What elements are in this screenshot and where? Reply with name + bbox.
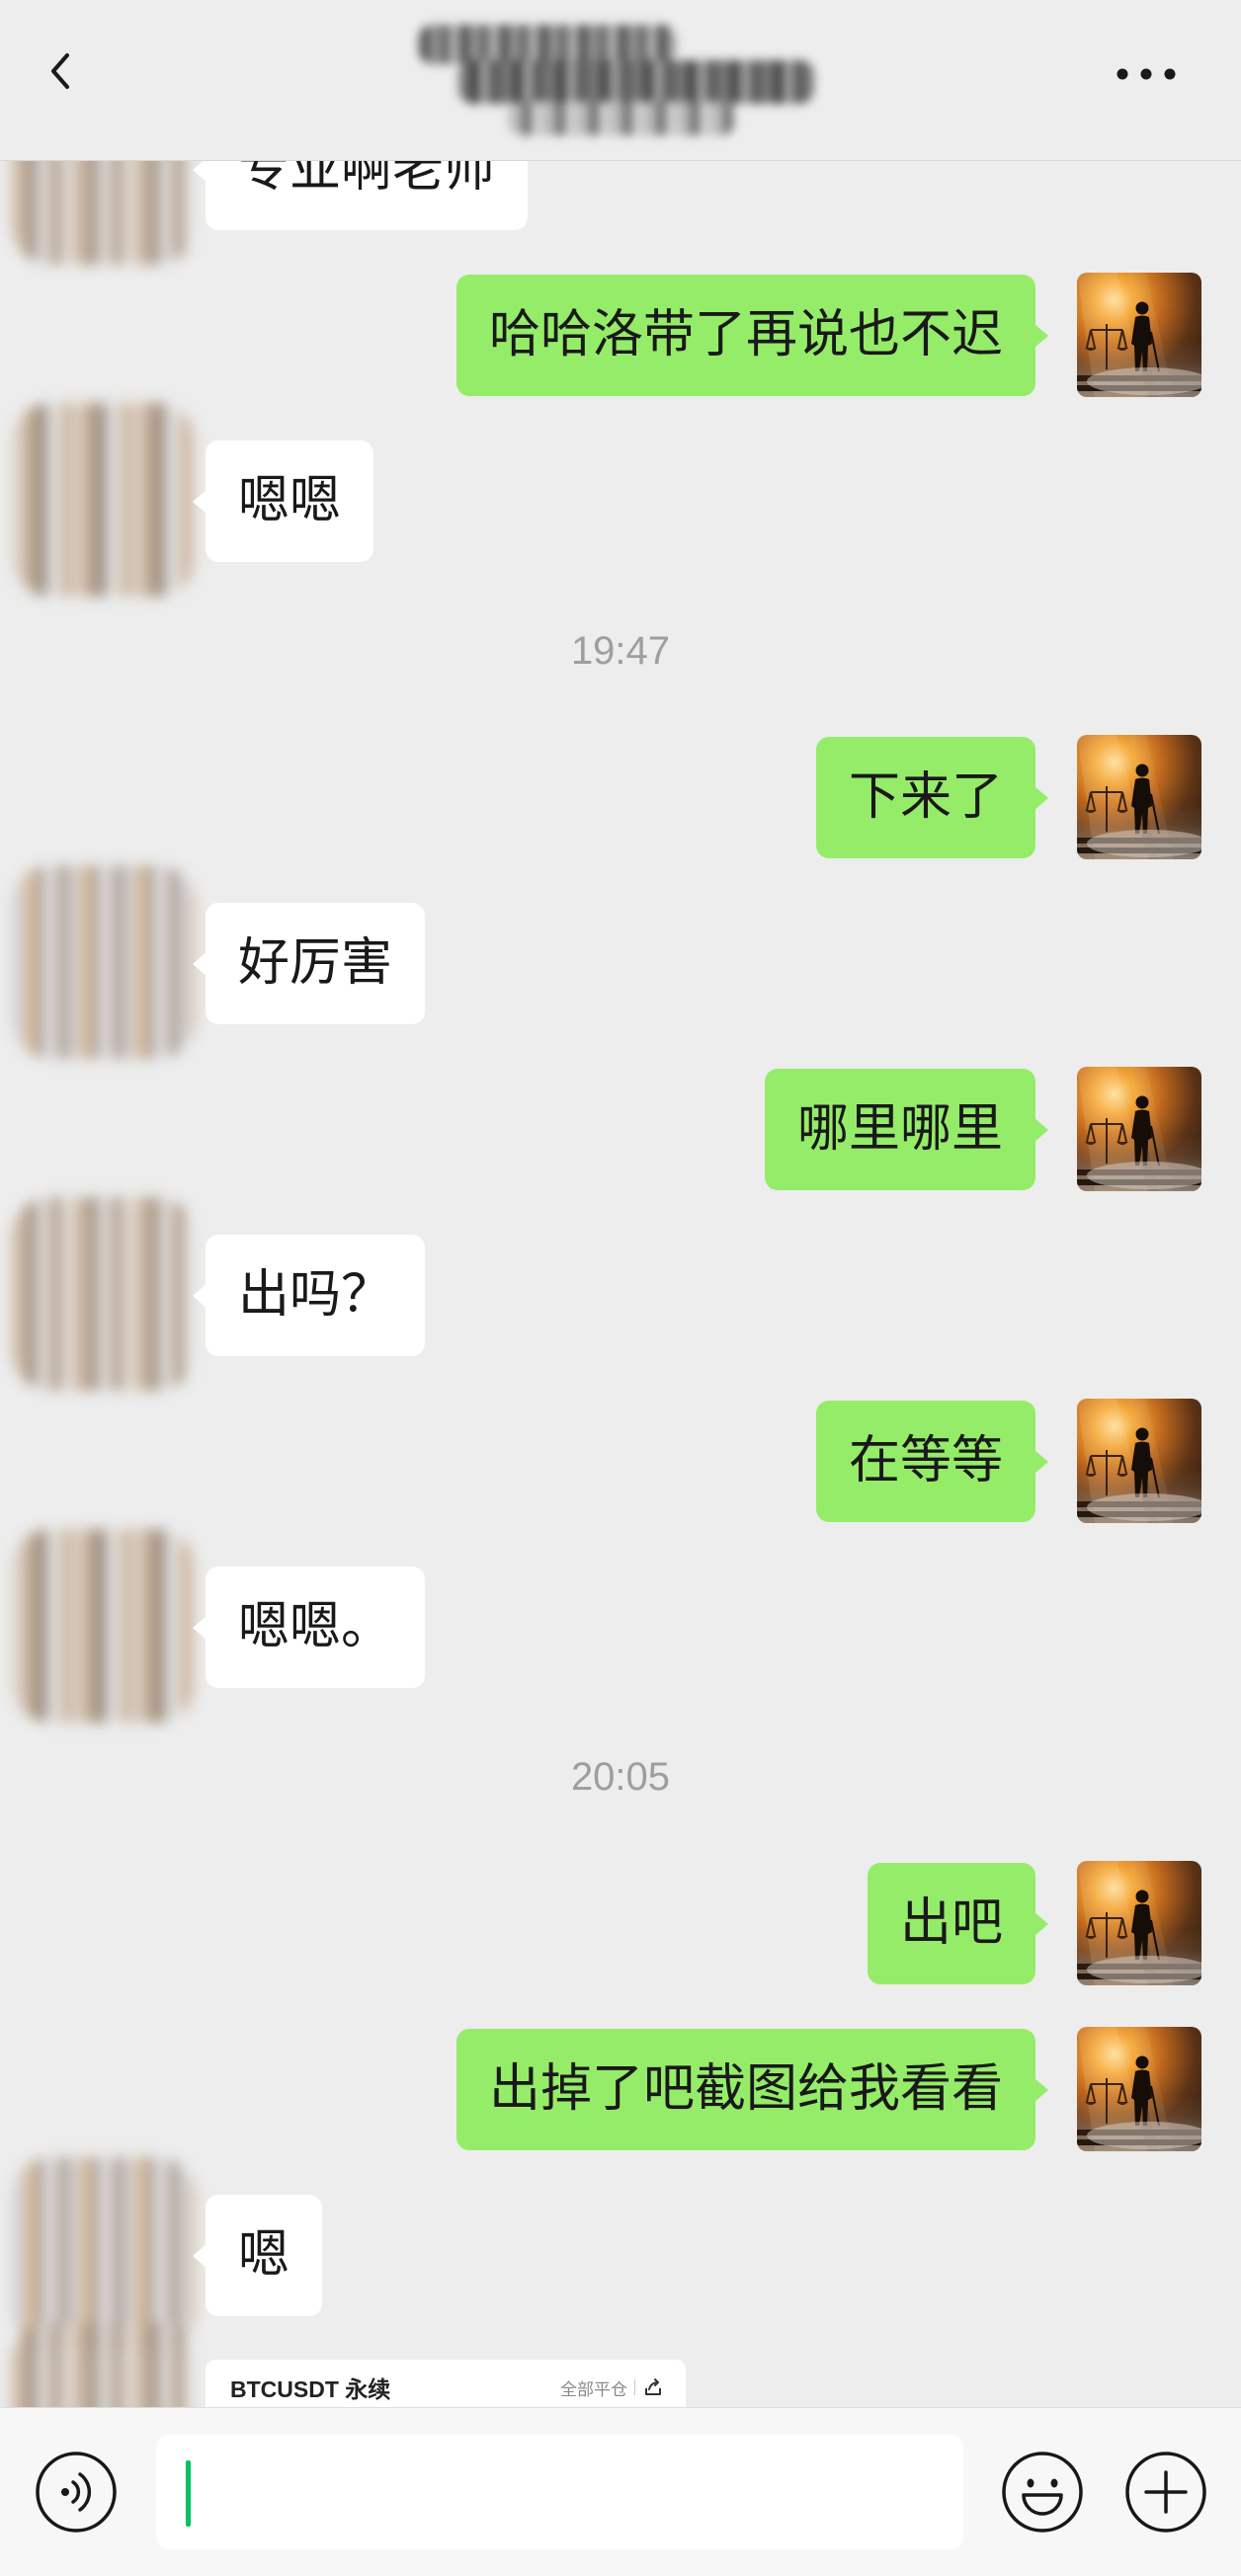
- plus-icon: [1125, 2452, 1206, 2533]
- back-button[interactable]: [41, 49, 81, 93]
- message-bubble[interactable]: 下来了: [815, 737, 1049, 858]
- outgoing-message-row: 哈哈洛带了再说也不迟: [0, 273, 1241, 397]
- incoming-message-row: 好厉害: [0, 865, 1241, 1059]
- silhouette-figure: [1077, 2027, 1201, 2151]
- silhouette-figure: [1077, 1861, 1201, 1985]
- redaction-smear: [458, 60, 814, 104]
- incoming-message-row: BTCUSDT 永续 全部平仓: [0, 2323, 1241, 2407]
- self-avatar[interactable]: [1077, 735, 1201, 859]
- outgoing-message-row: 出吧: [0, 1861, 1241, 1985]
- message-input[interactable]: [156, 2435, 963, 2549]
- contact-avatar-redacted[interactable]: [12, 865, 196, 1059]
- emoji-icon: [1002, 2452, 1083, 2533]
- message-bubble[interactable]: 出掉了吧截图给我看看: [455, 2029, 1049, 2150]
- contact-avatar-redacted[interactable]: [12, 2157, 196, 2351]
- incoming-message-row: 嗯嗯。: [0, 1529, 1241, 1723]
- contact-avatar-redacted[interactable]: [12, 1197, 196, 1391]
- message-bubble[interactable]: 在等等: [815, 1401, 1049, 1522]
- redaction-smear: [419, 25, 676, 64]
- message-text: 出吗？: [238, 1266, 393, 1324]
- incoming-message-row: 嗯: [0, 2157, 1241, 2351]
- voice-icon: [36, 2452, 117, 2533]
- message-text: 好厉害: [238, 934, 393, 992]
- share-icon[interactable]: [642, 2376, 664, 2398]
- message-bubble[interactable]: 嗯嗯: [192, 441, 374, 562]
- outgoing-message-row: 哪里哪里: [0, 1067, 1241, 1191]
- redaction-smear: [508, 102, 735, 135]
- outgoing-message-row: 下来了: [0, 735, 1241, 859]
- timestamp: 20:05: [570, 1755, 671, 1799]
- emoji-button[interactable]: [1001, 2451, 1084, 2534]
- card-separator: [634, 2379, 635, 2395]
- message-bubble[interactable]: 出吧: [867, 1863, 1049, 1984]
- shared-trade-card[interactable]: BTCUSDT 永续 全部平仓: [206, 2360, 686, 2407]
- message-list[interactable]: 专业啊老师 哈哈洛带了再说也不迟 嗯嗯 19:47 下来了 好厉害 哪里哪里 出吗？ 在等等 嗯嗯…: [0, 0, 1241, 2407]
- message-text: 出吧: [899, 1894, 1003, 1952]
- timestamp: 19:47: [570, 629, 671, 673]
- message-text: 嗯: [238, 2226, 290, 2284]
- message-bubble[interactable]: 嗯嗯。: [192, 1567, 426, 1688]
- self-avatar[interactable]: [1077, 1067, 1201, 1191]
- text-cursor: [186, 2460, 191, 2527]
- message-bubble[interactable]: 嗯: [192, 2195, 323, 2316]
- message-bubble[interactable]: 哈哈洛带了再说也不迟: [455, 275, 1049, 396]
- message-text: 哪里哪里: [796, 1100, 1003, 1158]
- silhouette-figure: [1077, 1067, 1201, 1191]
- silhouette-figure: [1077, 273, 1201, 397]
- outgoing-message-row: 在等等: [0, 1399, 1241, 1523]
- chevron-left-icon: [51, 53, 69, 89]
- message-bubble[interactable]: 好厉害: [192, 903, 426, 1024]
- message-text: 在等等: [848, 1432, 1003, 1489]
- self-avatar[interactable]: [1077, 1399, 1201, 1523]
- self-avatar[interactable]: [1077, 273, 1201, 397]
- message-text: 嗯嗯。: [238, 1598, 393, 1655]
- incoming-message-row: 出吗？: [0, 1197, 1241, 1391]
- input-bar: [0, 2407, 1241, 2576]
- card-actions: 全部平仓: [560, 2375, 664, 2400]
- message-bubble[interactable]: 出吗？: [192, 1235, 426, 1356]
- message-text: 哈哈洛带了再说也不迟: [488, 306, 1003, 363]
- silhouette-figure: [1077, 1399, 1201, 1523]
- voice-button[interactable]: [35, 2451, 118, 2534]
- message-bubble[interactable]: 哪里哪里: [764, 1069, 1049, 1190]
- contact-avatar-redacted[interactable]: [12, 1529, 196, 1723]
- message-text: 出掉了吧截图给我看看: [488, 2060, 1003, 2118]
- silhouette-figure: [1077, 735, 1201, 859]
- more-dots-icon: [1117, 68, 1176, 80]
- card-header: BTCUSDT 永续 全部平仓: [206, 2360, 686, 2407]
- self-avatar[interactable]: [1077, 1861, 1201, 1985]
- chat-title-redacted: [419, 17, 822, 144]
- chat-header: [0, 0, 1241, 161]
- message-text: 下来了: [848, 768, 1003, 826]
- message-text: 嗯嗯: [238, 472, 342, 529]
- contact-avatar-redacted[interactable]: [12, 403, 196, 597]
- incoming-message-row: 嗯嗯: [0, 403, 1241, 597]
- more-actions-button[interactable]: [1124, 2451, 1207, 2534]
- contact-avatar-redacted[interactable]: [12, 2323, 196, 2407]
- outgoing-message-row: 出掉了吧截图给我看看: [0, 2027, 1241, 2151]
- card-title: BTCUSDT 永续: [230, 2376, 391, 2402]
- card-action-label[interactable]: 全部平仓: [560, 2375, 627, 2400]
- self-avatar[interactable]: [1077, 2027, 1201, 2151]
- more-button[interactable]: [1111, 64, 1182, 84]
